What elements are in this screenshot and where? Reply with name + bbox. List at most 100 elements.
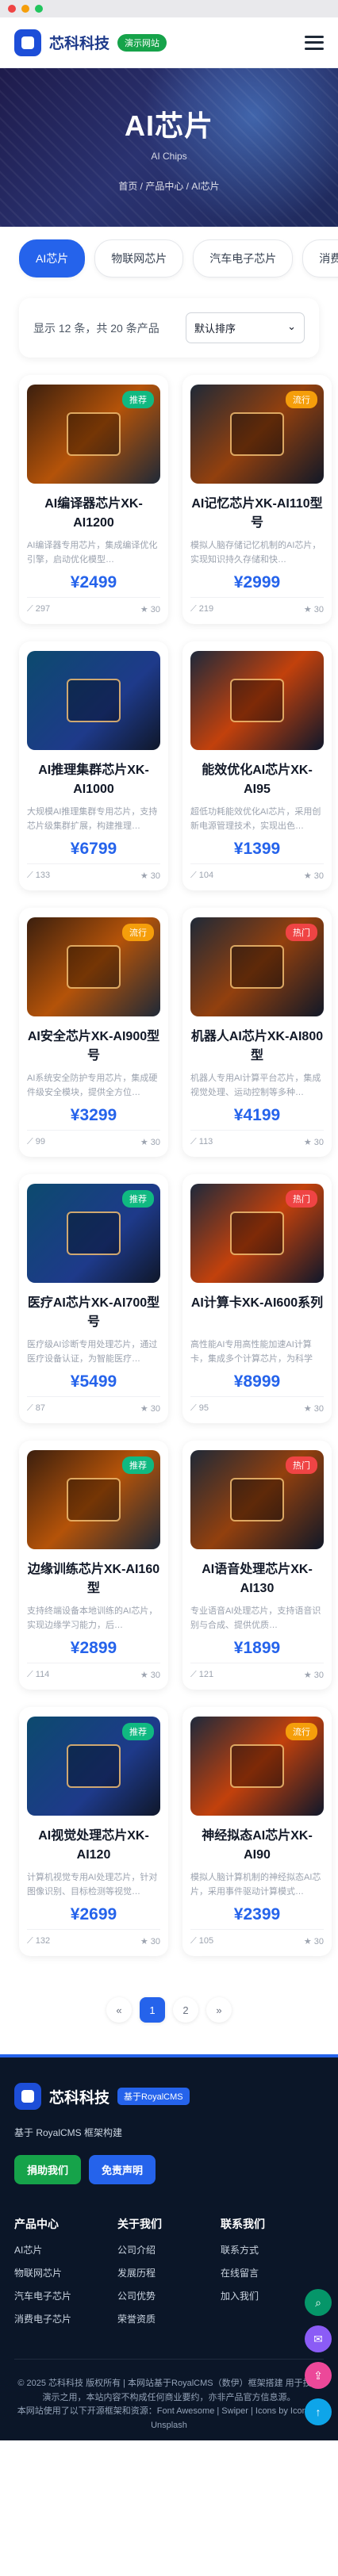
product-tag: 流行 (286, 391, 317, 408)
product-card[interactable]: 流行 AI安全芯片XK-AI900型号 AI系统安全防护专用芯片，集成硬件级安全… (19, 908, 168, 1157)
likes-count: ★ 30 (140, 1404, 160, 1414)
page-1-button[interactable]: 1 (140, 1997, 165, 2023)
product-name[interactable]: 医疗AI芯片XK-AI700型号 (27, 1294, 160, 1332)
product-card[interactable]: 推荐 AI编译器芯片XK-AI1200 AI编译器专用芯片，集成编译优化引擎，启… (19, 375, 168, 624)
footer-brand: 芯科科技 基于RoyalCMS (14, 2083, 324, 2110)
maximize-dot[interactable] (35, 5, 43, 13)
product-name[interactable]: AI记忆芯片XK-AI110型号 (190, 495, 324, 533)
sort-select[interactable]: 默认排序 ⌄ (186, 312, 305, 343)
product-tag: 推荐 (122, 1723, 154, 1740)
breadcrumb[interactable]: 首页 / 产品中心 / AI芯片 (118, 179, 219, 193)
product-name[interactable]: AI推理集群芯片XK-AI1000 (27, 761, 160, 799)
pagination: « 1 2 » (0, 1997, 338, 2023)
likes-count: ★ 30 (140, 605, 160, 614)
product-tag: 热门 (286, 1190, 317, 1208)
views-count: ⟋ 297 (27, 604, 51, 614)
product-image[interactable]: 流行 (190, 385, 324, 484)
page-subtitle: AI Chips (151, 150, 187, 162)
product-card[interactable]: 热门 AI计算卡XK-AI600系列 高性能AI专用高性能加速AI计算卡，集成多… (182, 1174, 332, 1423)
product-card[interactable]: 推荐 边缘训练芯片XK-AI160型 支持终端设备本地训练的AI芯片，实现边缘学… (19, 1441, 168, 1690)
likes-count: ★ 30 (140, 1937, 160, 1946)
footer-brand-name: 芯科科技 (49, 2089, 110, 2107)
product-image[interactable]: 流行 (27, 917, 160, 1016)
tab-ai-chip[interactable]: AI芯片 (19, 239, 86, 278)
footer-link[interactable]: 在线留言 (221, 2266, 324, 2279)
views-value: 114 (35, 1670, 50, 1679)
product-image[interactable]: 热门 (190, 1450, 324, 1549)
footer-badge: 基于RoyalCMS (117, 2088, 190, 2105)
product-card[interactable]: 热门 AI语音处理芯片XK-AI130 专业语音AI处理芯片，支持语音识别与合成… (182, 1441, 332, 1690)
footer-col-about: 关于我们 公司介绍 发展历程 公司优势 荣誉资质 (117, 2216, 221, 2335)
product-name[interactable]: AI安全芯片XK-AI900型号 (27, 1028, 160, 1066)
footer-link[interactable]: 公司优势 (117, 2289, 221, 2302)
product-image[interactable]: 热门 (190, 917, 324, 1016)
back-to-top-icon[interactable]: ↑ (305, 2398, 332, 2425)
product-image[interactable]: 推荐 (27, 1184, 160, 1283)
tab-auto-chip[interactable]: 汽车电子芯片 (193, 239, 294, 278)
product-card[interactable]: 流行 神经拟态AI芯片XK-AI90 模拟人脑计算机制的神经拟态AI芯片，采用事… (182, 1707, 332, 1956)
product-name[interactable]: 能效优化AI芯片XK-AI95 (190, 761, 324, 799)
product-card[interactable]: 推荐 医疗AI芯片XK-AI700型号 医疗级AI诊断专用处理芯片，通过医疗设备… (19, 1174, 168, 1423)
product-price: ¥8999 (233, 1372, 281, 1391)
minimize-dot[interactable] (21, 5, 29, 13)
page-2-button[interactable]: 2 (173, 1997, 198, 2023)
donate-button[interactable]: 捐助我们 (14, 2155, 82, 2184)
footer-link[interactable]: AI芯片 (14, 2243, 117, 2256)
footer-logo-icon (14, 2083, 41, 2110)
product-price: ¥1899 (233, 1639, 281, 1657)
floating-actions: ⌕ ✉ ⇪ ↑ (305, 2289, 332, 2425)
views-count: ⟋ 121 (190, 1670, 214, 1679)
footer-col-title: 关于我们 (117, 2218, 162, 2230)
product-desc: 支持终端设备本地训练的AI芯片，实现边缘学习能力，后… (27, 1606, 158, 1630)
footer-link[interactable]: 消费电子芯片 (14, 2312, 117, 2325)
copyright: © 2025 芯科科技 版权所有 | 本网站基于RoyalCMS（数伊）框架搭建… (14, 2359, 324, 2432)
likes-value: 30 (150, 1671, 160, 1680)
tab-iot-chip[interactable]: 物联网芯片 (94, 239, 184, 278)
product-name[interactable]: 机器人AI芯片XK-AI800型 (190, 1028, 324, 1066)
chat-icon[interactable]: ✉ (305, 2325, 332, 2352)
product-name[interactable]: 边缘训练芯片XK-AI160型 (27, 1560, 160, 1598)
brand[interactable]: 芯科科技 演示网站 (14, 29, 167, 56)
product-image[interactable]: 热门 (190, 1184, 324, 1283)
share-icon[interactable]: ⇪ (305, 2362, 332, 2389)
site-footer: 芯科科技 基于RoyalCMS 基于 RoyalCMS 框架构建 捐助我们 免责… (0, 2054, 338, 2441)
disclaimer-button[interactable]: 免责声明 (89, 2155, 156, 2184)
product-name[interactable]: AI计算卡XK-AI600系列 (190, 1294, 324, 1332)
footer-link[interactable]: 荣誉资质 (117, 2312, 221, 2325)
footer-link[interactable]: 发展历程 (117, 2266, 221, 2279)
product-card[interactable]: 能效优化AI芯片XK-AI95 超低功耗能效优化AI芯片，采用创新电源管理技术，… (182, 641, 332, 890)
product-card[interactable]: 流行 AI记忆芯片XK-AI110型号 模拟人脑存储记忆机制的AI芯片，实现知识… (182, 375, 332, 624)
product-card[interactable]: AI推理集群芯片XK-AI1000 大规模AI推理集群专用芯片，支持芯片级集群扩… (19, 641, 168, 890)
product-name[interactable]: AI编译器芯片XK-AI1200 (27, 495, 160, 533)
search-icon[interactable]: ⌕ (305, 2289, 332, 2316)
product-image[interactable]: 推荐 (27, 1450, 160, 1549)
credits-text: 本网站使用了以下开源框架和资源：Font Awesome | Swiper | … (17, 2406, 321, 2430)
product-name[interactable]: AI视觉处理芯片XK-AI120 (27, 1827, 160, 1865)
footer-link[interactable]: 物联网芯片 (14, 2266, 117, 2279)
close-dot[interactable] (8, 5, 16, 13)
product-card[interactable]: 热门 机器人AI芯片XK-AI800型 机器人专用AI计算平台芯片，集成视觉处理… (182, 908, 332, 1157)
footer-link[interactable]: 公司介绍 (117, 2243, 221, 2256)
next-page-button[interactable]: » (206, 1997, 232, 2023)
product-image[interactable]: 推荐 (27, 1717, 160, 1816)
menu-icon[interactable] (305, 35, 324, 50)
product-image[interactable]: 推荐 (27, 385, 160, 484)
likes-count: ★ 30 (140, 1138, 160, 1147)
product-meta: ⟋ 297 ★ 30 (27, 597, 160, 614)
tab-consumer-chip[interactable]: 消费 (302, 239, 338, 278)
product-meta: ⟋ 99 ★ 30 (27, 1130, 160, 1147)
views-value: 219 (198, 604, 214, 614)
footer-link[interactable]: 汽车电子芯片 (14, 2289, 117, 2302)
likes-count: ★ 30 (303, 1138, 324, 1147)
product-image[interactable]: 流行 (190, 1717, 324, 1816)
product-name[interactable]: 神经拟态AI芯片XK-AI90 (190, 1827, 324, 1865)
product-card[interactable]: 推荐 AI视觉处理芯片XK-AI120 计算机视觉专用AI处理芯片，针对图像识别… (19, 1707, 168, 1956)
product-image[interactable] (190, 651, 324, 750)
product-price: ¥5499 (70, 1372, 117, 1391)
footer-link[interactable]: 联系方式 (221, 2243, 324, 2256)
prev-page-button[interactable]: « (106, 1997, 132, 2023)
product-price: ¥2699 (70, 1905, 117, 1923)
product-image[interactable] (27, 651, 160, 750)
product-name[interactable]: AI语音处理芯片XK-AI130 (190, 1560, 324, 1598)
product-tag: 流行 (286, 1723, 317, 1740)
